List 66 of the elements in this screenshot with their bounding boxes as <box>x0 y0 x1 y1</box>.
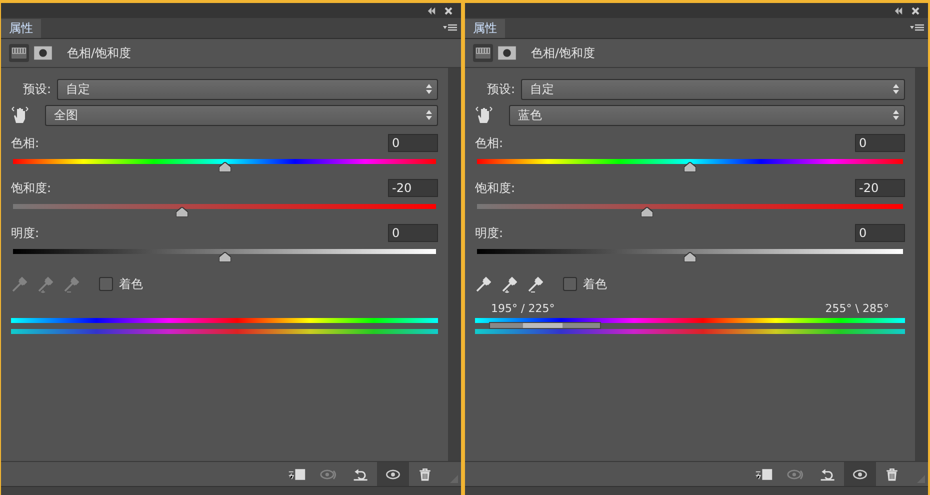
preset-dropdown[interactable]: 自定 <box>57 78 438 100</box>
menu-icon[interactable] <box>443 24 457 32</box>
slider-thumb[interactable] <box>176 207 188 217</box>
value-field[interactable]: 0 <box>388 134 438 152</box>
panel-tab[interactable]: 属性 <box>465 19 505 38</box>
range-label: 195° / 225° <box>491 302 555 315</box>
value-field[interactable]: 0 <box>855 224 905 242</box>
adjustment-title: 色相/饱和度 <box>67 44 132 62</box>
slider-thumb[interactable] <box>218 162 230 172</box>
slider-thumb[interactable] <box>684 252 696 262</box>
slider-thumb[interactable] <box>684 162 696 172</box>
visibility-button[interactable] <box>844 462 876 486</box>
slider-label: 饱和度: <box>11 180 52 196</box>
scrollbar[interactable] <box>915 68 928 461</box>
eye-arrow-icon <box>787 468 805 480</box>
adjustment-title: 色相/饱和度 <box>531 44 596 62</box>
slider-thumb[interactable] <box>218 252 230 262</box>
stepper-arrows-icon <box>426 110 432 120</box>
slider-label: 饱和度: <box>475 180 516 196</box>
slider-label: 色相: <box>475 134 504 152</box>
clip-icon <box>755 468 773 480</box>
eyedropper-minus-icon[interactable] <box>527 275 543 293</box>
adjustment-icon[interactable] <box>9 44 29 62</box>
reset-icon <box>819 468 837 480</box>
preset-label: 预设: <box>22 80 51 98</box>
range-label: 255° \ 285° <box>825 302 889 315</box>
slider-label: 色相: <box>11 134 40 152</box>
menu-icon[interactable] <box>910 24 924 32</box>
scrollbar[interactable] <box>448 68 461 461</box>
eye-icon <box>384 468 402 480</box>
eye-arrow-icon <box>320 468 338 480</box>
close-icon[interactable] <box>911 6 920 14</box>
mask-icon[interactable] <box>497 44 517 62</box>
range-selector[interactable] <box>489 322 601 329</box>
reset-icon <box>352 468 370 480</box>
eyedropper-plus-icon[interactable] <box>501 275 517 293</box>
colorize-label: 着色 <box>119 276 143 292</box>
collapse-icon[interactable] <box>894 6 903 14</box>
panel-tab[interactable]: 属性 <box>1 19 41 38</box>
mask-icon[interactable] <box>33 44 53 62</box>
preset-label: 预设: <box>486 80 515 98</box>
adjustment-icon[interactable] <box>473 44 493 62</box>
value-field[interactable]: 0 <box>855 134 905 152</box>
slider-label: 明度: <box>475 224 504 242</box>
close-icon[interactable] <box>444 6 453 14</box>
eye-icon <box>851 468 869 480</box>
slider-thumb[interactable] <box>641 207 654 217</box>
hand-icon[interactable] <box>475 105 493 125</box>
stepper-arrows-icon <box>893 110 899 120</box>
clip-icon <box>288 468 306 480</box>
visibility-button[interactable] <box>377 462 409 486</box>
hand-icon[interactable] <box>11 105 29 125</box>
colorize-label: 着色 <box>583 276 607 292</box>
preset-dropdown[interactable]: 自定 <box>521 78 905 100</box>
collapse-icon[interactable] <box>427 6 436 14</box>
slider-label: 明度: <box>11 224 40 242</box>
stepper-arrows-icon <box>426 84 432 94</box>
colorize-checkbox[interactable] <box>99 277 113 291</box>
value-field[interactable]: -20 <box>388 179 438 197</box>
range-dropdown[interactable]: 全图 <box>45 104 438 126</box>
eyedropper-icon[interactable] <box>475 275 491 293</box>
range-dropdown[interactable]: 蓝色 <box>509 104 905 126</box>
colorize-checkbox[interactable] <box>563 277 577 291</box>
value-field[interactable]: -20 <box>855 179 905 197</box>
stepper-arrows-icon <box>893 84 899 94</box>
value-field[interactable]: 0 <box>388 224 438 242</box>
